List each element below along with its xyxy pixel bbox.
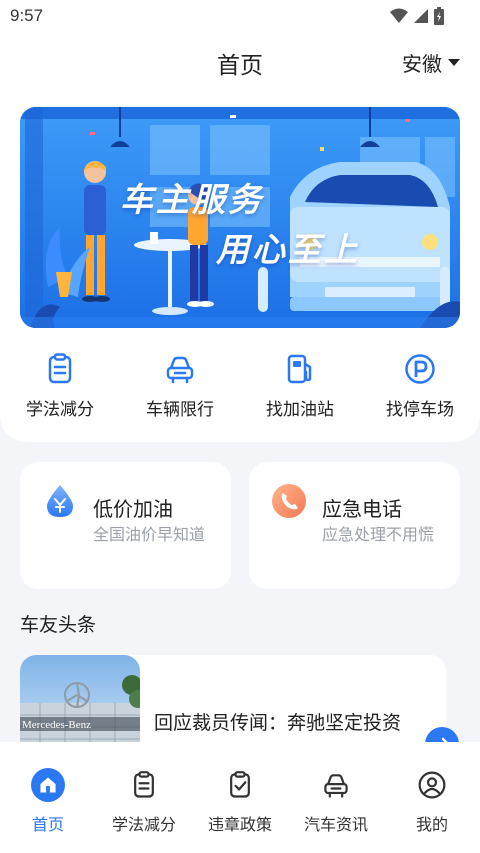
card-subtitle: 全国油价早知道 [93, 525, 206, 544]
clipboard-check-icon [223, 768, 257, 802]
tab-label: 违章政策 [207, 815, 272, 834]
quick-nav-item-restriction[interactable]: 车辆限行 [120, 352, 240, 432]
bottom-nav: 首页 学法减分 违章政策 汽车资讯 我的 [0, 742, 480, 853]
wifi-icon [390, 8, 408, 23]
clipboard-icon [127, 768, 161, 802]
tab-label: 学法减分 [111, 815, 176, 834]
emergency-call-card[interactable]: 应急电话 应急处理不用慌 [249, 462, 460, 589]
car-icon [319, 768, 353, 802]
card-title: 应急电话 [322, 497, 402, 521]
tab-label: 首页 [31, 815, 64, 834]
thumbnail-brand-text: Mercedes-Benz [22, 719, 91, 731]
user-icon [415, 768, 449, 802]
region-selector[interactable]: 安徽 [402, 48, 460, 77]
caret-down-icon [448, 58, 460, 66]
status-bar: 9:57 [0, 0, 480, 32]
home-icon [31, 768, 65, 802]
quick-nav-label: 学法减分 [26, 400, 94, 420]
quick-nav-label: 找停车场 [386, 400, 454, 420]
news-item[interactable]: Mercedes-Benz 回应裁员传闻：奔驰坚定投资 [20, 655, 446, 755]
tab-car-news[interactable]: 汽车资讯 [288, 742, 384, 853]
parking-icon [405, 354, 435, 384]
card-title: 低价加油 [93, 497, 173, 521]
header: 首页 安徽 [0, 40, 480, 84]
quick-nav-label: 找加油站 [266, 400, 334, 420]
battery-icon [434, 7, 444, 25]
quick-nav-item-parking[interactable]: 找停车场 [360, 352, 480, 432]
quick-nav-label: 车辆限行 [146, 400, 214, 420]
tab-home[interactable]: 首页 [0, 742, 96, 853]
news-section-title: 车友头条 [20, 614, 97, 636]
news-thumbnail: Mercedes-Benz [20, 655, 140, 755]
banner-headline-1: 车主服务 [120, 180, 264, 219]
phone-icon [272, 484, 306, 518]
banner-headline-2: 用心至上 [216, 230, 360, 269]
cheap-fuel-card[interactable]: 低价加油 全国油价早知道 [20, 462, 231, 589]
signal-icon [414, 9, 428, 23]
news-title: 回应裁员传闻：奔驰坚定投资 [154, 712, 402, 734]
clipboard-icon [48, 353, 72, 384]
tab-label: 我的 [415, 815, 448, 834]
card-subtitle: 应急处理不用慌 [322, 525, 435, 544]
status-time: 9:57 [10, 6, 44, 25]
status-icons [390, 7, 444, 25]
promo-banner[interactable]: 车主服务 用心至上 [20, 107, 460, 328]
oil-drop-icon [47, 485, 73, 517]
tab-profile[interactable]: 我的 [384, 742, 480, 853]
region-label: 安徽 [402, 52, 442, 76]
car-icon [166, 356, 194, 384]
tab-violation-policy[interactable]: 违章政策 [192, 742, 288, 853]
quick-nav-item-study[interactable]: 学法减分 [0, 352, 120, 432]
tab-study[interactable]: 学法减分 [96, 742, 192, 853]
fuel-station-icon [287, 354, 312, 384]
quick-nav: 学法减分 车辆限行 找加油站 找停车场 [0, 352, 480, 432]
tab-label: 汽车资讯 [303, 815, 368, 834]
quick-nav-item-fuel[interactable]: 找加油站 [240, 352, 360, 432]
